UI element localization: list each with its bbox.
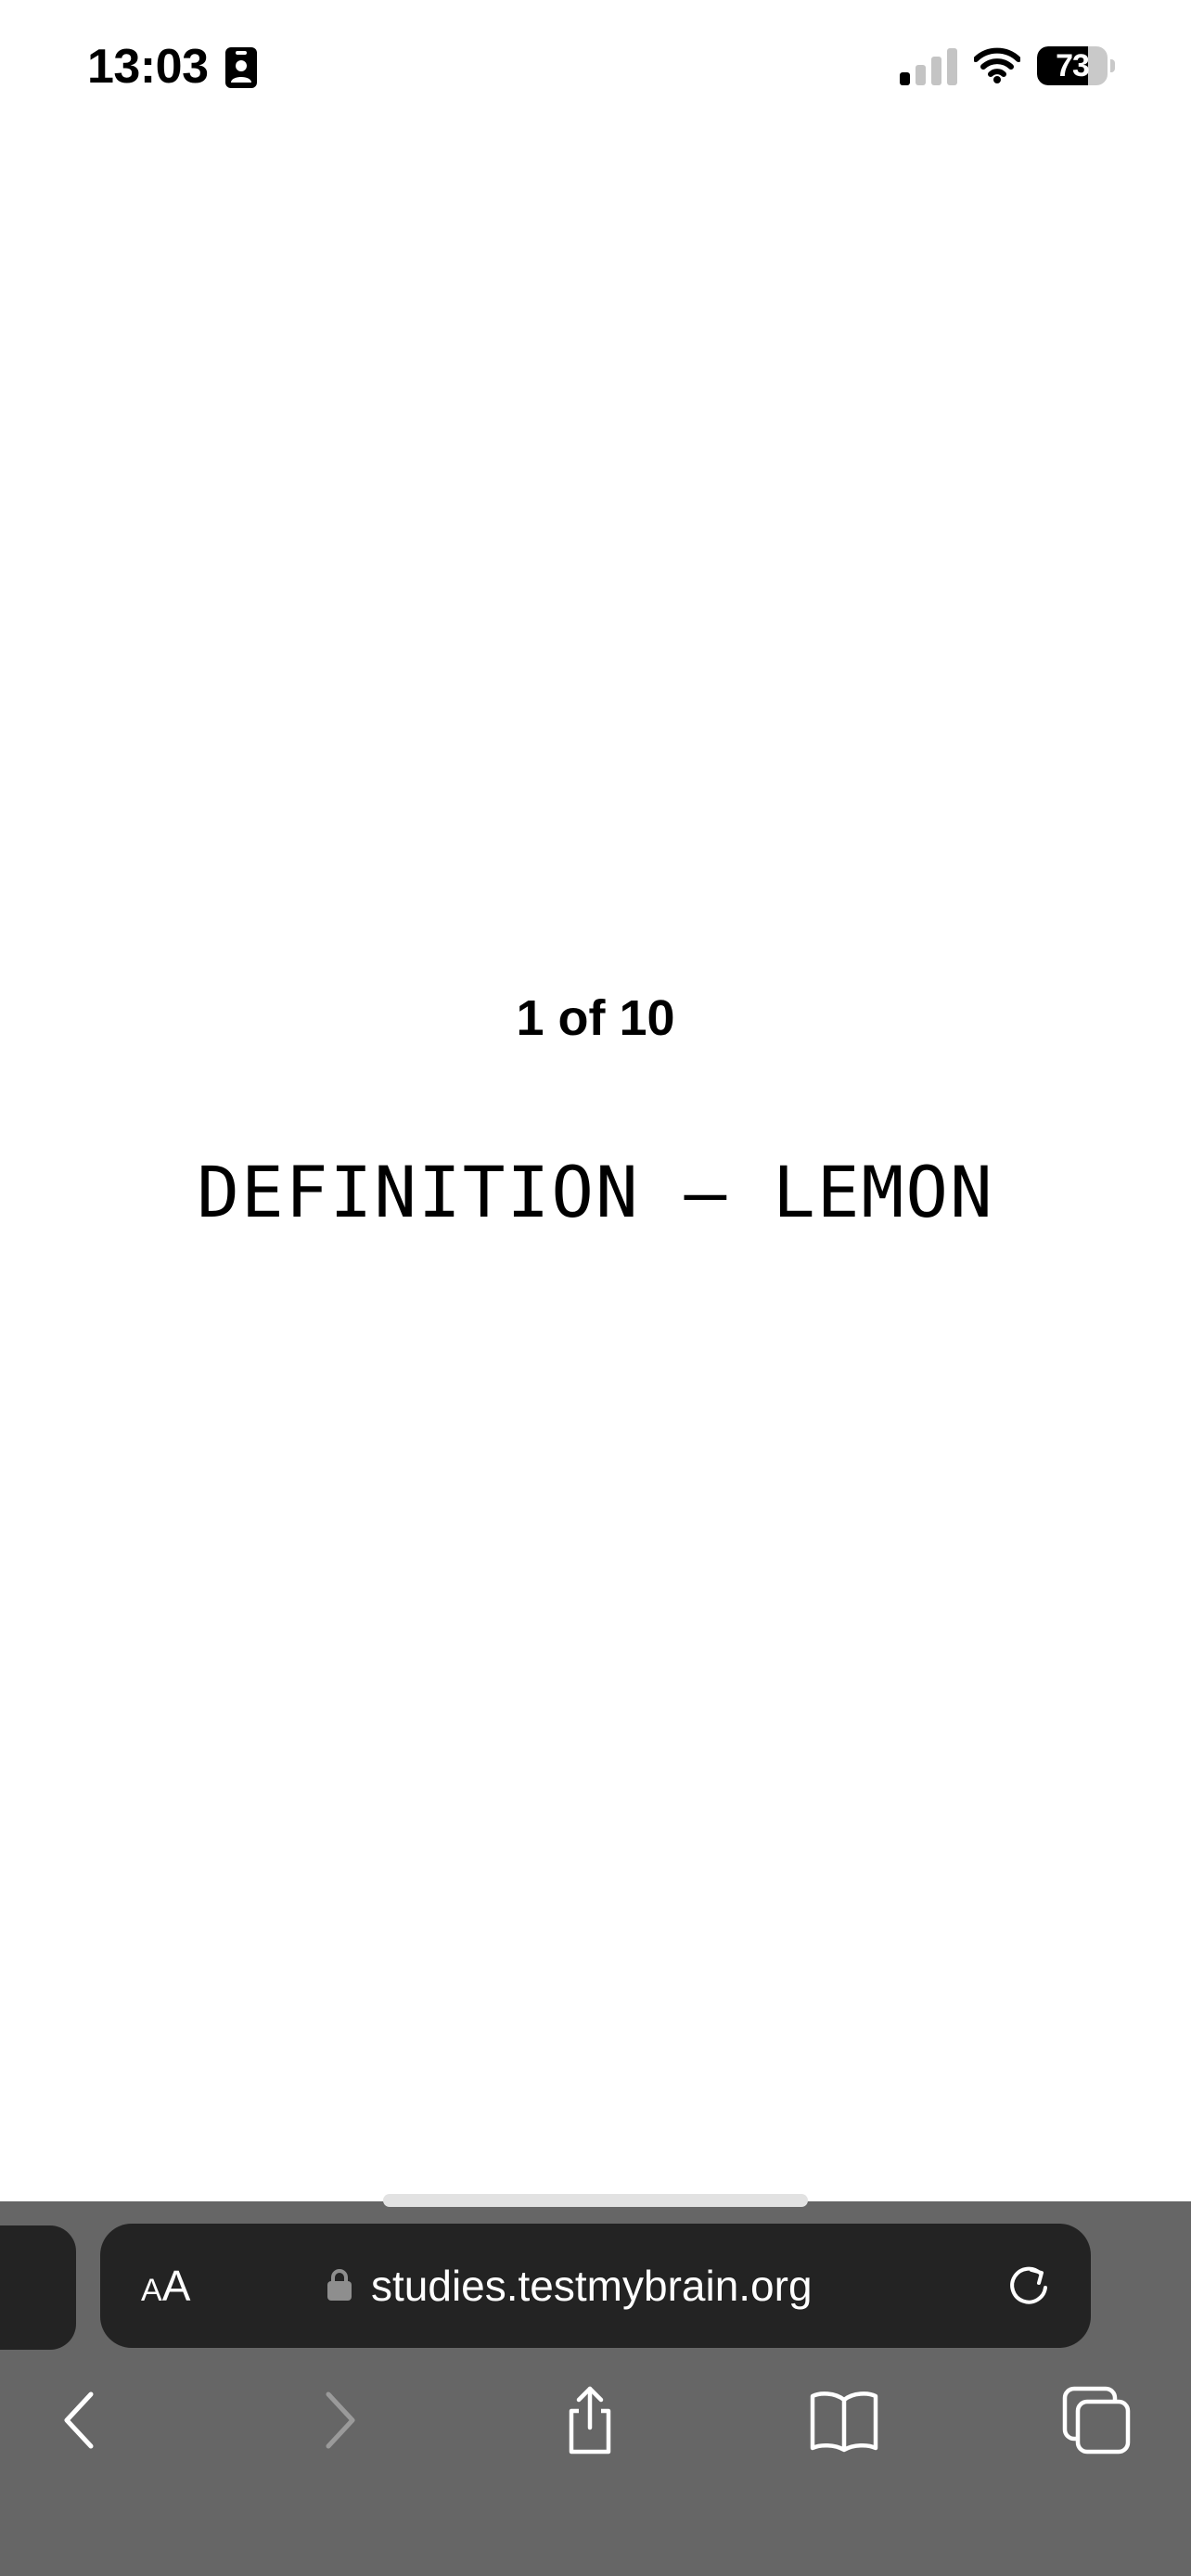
- url-text[interactable]: studies.testmybrain.org: [371, 2224, 813, 2348]
- cellular-signal-icon: [900, 48, 957, 85]
- book-icon: [810, 2391, 878, 2453]
- browser-toolbar: AA studies.testmybrain.org: [0, 2201, 1191, 2576]
- back-button[interactable]: [43, 2383, 117, 2457]
- share-icon: [569, 2386, 611, 2455]
- battery-body: 73: [1037, 46, 1108, 85]
- share-button[interactable]: [553, 2383, 627, 2457]
- chevron-left-icon: [64, 2391, 94, 2449]
- text-size-button[interactable]: AA: [141, 2224, 190, 2348]
- status-time: 13:03: [87, 40, 209, 94]
- text-size-small-glyph: A: [141, 2273, 162, 2308]
- address-bar[interactable]: AA studies.testmybrain.org: [100, 2224, 1091, 2348]
- definition-prompt: DEFINITION – LEMON: [197, 1151, 994, 1233]
- person-badge-icon: [225, 47, 257, 88]
- tabs-icon: [1062, 2386, 1131, 2455]
- wifi-icon: [974, 47, 1020, 83]
- status-bar: 13:03 73: [0, 0, 1191, 139]
- reload-icon[interactable]: [1004, 2261, 1054, 2311]
- forward-button[interactable]: [302, 2383, 377, 2457]
- home-indicator: [383, 2194, 808, 2207]
- lock-icon: [327, 2269, 352, 2301]
- battery-percent: 73: [1056, 48, 1090, 83]
- battery-cap: [1110, 59, 1115, 72]
- text-size-big-glyph: A: [161, 2262, 191, 2310]
- chevron-right-icon: [326, 2391, 355, 2449]
- bookmarks-button[interactable]: [807, 2383, 881, 2457]
- question-counter: 1 of 10: [516, 990, 675, 1046]
- previous-tab-peek[interactable]: [0, 2225, 76, 2350]
- tabs-button[interactable]: [1059, 2383, 1133, 2457]
- battery-indicator: 73: [1037, 46, 1115, 85]
